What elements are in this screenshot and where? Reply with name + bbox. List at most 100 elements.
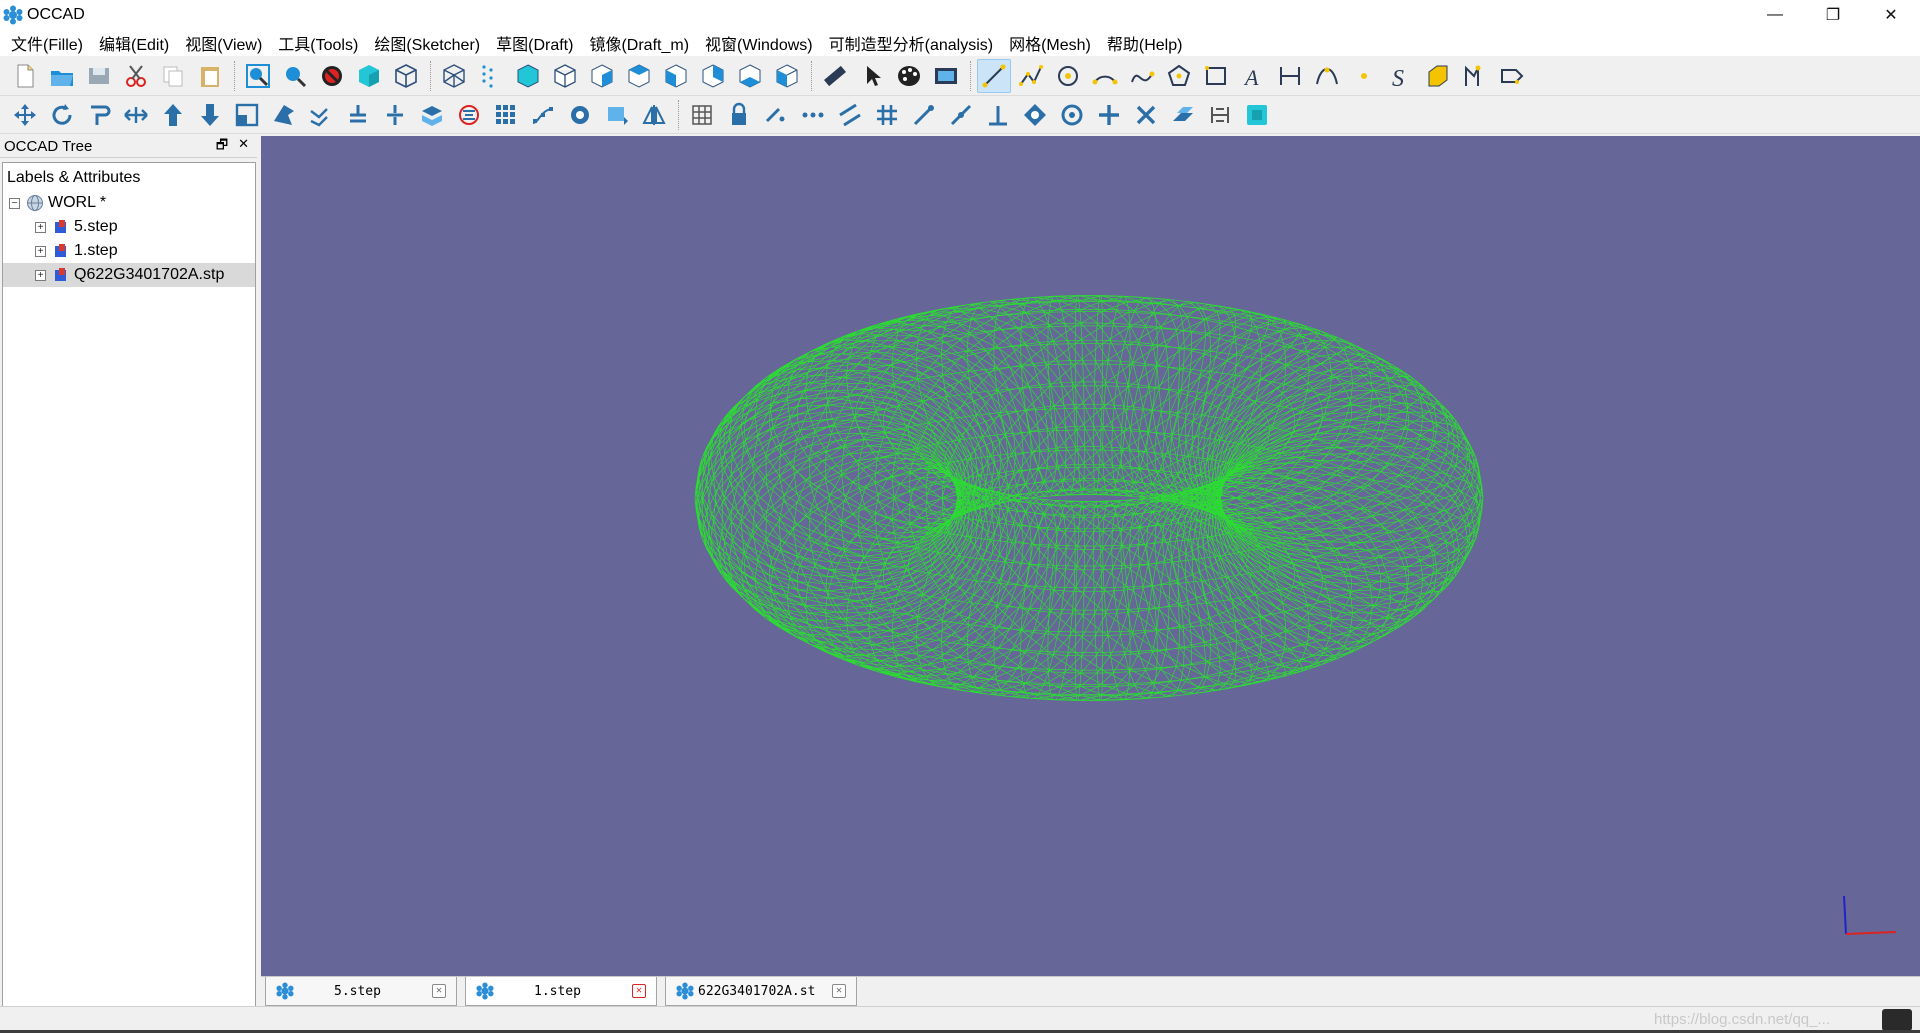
snap-endpoint-button[interactable] — [907, 98, 941, 132]
view-front-button[interactable] — [548, 59, 582, 93]
snap-toggle-button[interactable] — [1240, 98, 1274, 132]
view-right-button[interactable] — [622, 59, 656, 93]
rotate-button[interactable] — [45, 98, 79, 132]
snap-midpoint-button[interactable] — [944, 98, 978, 132]
clone-button[interactable] — [452, 98, 486, 132]
resize-grip-icon[interactable] — [1882, 1009, 1912, 1031]
snap-ortho-button[interactable] — [1092, 98, 1126, 132]
wire-to-bspline-button[interactable] — [563, 98, 597, 132]
shape2d-button[interactable] — [415, 98, 449, 132]
close-panel-button[interactable]: ✕ — [238, 136, 249, 158]
split-button[interactable] — [378, 98, 412, 132]
snap-intersection-button[interactable] — [1129, 98, 1163, 132]
snap-dimensions-button[interactable] — [1203, 98, 1237, 132]
cut-button[interactable] — [119, 59, 153, 93]
move-button[interactable] — [8, 98, 42, 132]
down-button[interactable] — [193, 98, 227, 132]
iso-cube-button[interactable] — [437, 59, 471, 93]
menu-windows[interactable]: 视窗(Windows) — [697, 31, 821, 55]
tree-item-q622g3401702a[interactable]: + Q622G3401702A.stp — [3, 263, 255, 287]
mirror-edit-button[interactable] — [600, 98, 634, 132]
snap-dots-button[interactable] — [796, 98, 830, 132]
menu-draft-mirror[interactable]: 镜像(Draft_m) — [581, 31, 697, 55]
paste-button[interactable] — [193, 59, 227, 93]
tab-1-step[interactable]: 1.step ✕ — [465, 977, 657, 1006]
view-bottom-button[interactable] — [733, 59, 767, 93]
palette-button[interactable] — [892, 59, 926, 93]
pointer-button[interactable] — [855, 59, 889, 93]
cube-solid-button[interactable] — [511, 59, 545, 93]
view-rear-button[interactable] — [696, 59, 730, 93]
bezier-button[interactable] — [1310, 59, 1344, 93]
dimension-button[interactable] — [1273, 59, 1307, 93]
circle-button[interactable] — [1051, 59, 1085, 93]
save-button[interactable] — [82, 59, 116, 93]
tree-root-row[interactable]: − WORL * — [3, 191, 255, 215]
view-top-button[interactable] — [585, 59, 619, 93]
tree-item-5-step[interactable]: + 5.step — [3, 215, 255, 239]
menu-help[interactable]: 帮助(Help) — [1099, 31, 1191, 55]
image-button[interactable] — [929, 59, 963, 93]
menu-file[interactable]: 文件(Fille) — [3, 31, 91, 55]
menu-edit[interactable]: 编辑(Edit) — [91, 31, 177, 55]
grid-button[interactable] — [685, 98, 719, 132]
snap-grid-button[interactable] — [870, 98, 904, 132]
point-button[interactable] — [1347, 59, 1381, 93]
draft-to-sketch-button[interactable] — [637, 98, 671, 132]
zoom-button[interactable] — [278, 59, 312, 93]
view-axo-button[interactable] — [770, 59, 804, 93]
extrude-button[interactable] — [1421, 59, 1455, 93]
expand-toggle-icon[interactable]: + — [35, 245, 46, 257]
polyline-button[interactable] — [1014, 59, 1048, 93]
array-button[interactable] — [489, 98, 523, 132]
menu-draft[interactable]: 草图(Draft) — [488, 31, 581, 55]
snap-near-button[interactable] — [759, 98, 793, 132]
menu-mesh[interactable]: 网格(Mesh) — [1001, 31, 1099, 55]
snap-perpendicular-button[interactable] — [981, 98, 1015, 132]
zoom-fit-button[interactable] — [241, 59, 275, 93]
line-button[interactable] — [977, 58, 1011, 93]
tree-item-1-step[interactable]: + 1.step — [3, 239, 255, 263]
collapse-toggle-icon[interactable]: − — [9, 197, 20, 209]
tab-q622g3401702a[interactable]: 622G3401702A.st ✕ — [665, 977, 857, 1006]
join-button[interactable] — [341, 98, 375, 132]
close-window-button[interactable]: ✕ — [1862, 0, 1920, 29]
rectangle-button[interactable] — [1199, 59, 1233, 93]
menu-analysis[interactable]: 可制造型分析(analysis) — [821, 31, 1001, 55]
3d-viewport[interactable] — [261, 136, 1920, 976]
polygon-button[interactable] — [1162, 59, 1196, 93]
close-tab-icon[interactable]: ✕ — [632, 984, 646, 998]
shape-builder-button[interactable] — [1458, 59, 1492, 93]
scale-button[interactable] — [230, 98, 264, 132]
close-tab-icon[interactable]: ✕ — [432, 984, 446, 998]
menu-sketcher[interactable]: 绘图(Sketcher) — [366, 31, 488, 55]
copy-button[interactable] — [156, 59, 190, 93]
open-folder-button[interactable] — [45, 59, 79, 93]
path-array-button[interactable] — [526, 98, 560, 132]
expand-toggle-icon[interactable]: + — [35, 269, 46, 281]
snap-center-button[interactable] — [1055, 98, 1089, 132]
snap-parallel-button[interactable] — [833, 98, 867, 132]
no-draw-button[interactable] — [315, 59, 349, 93]
snap-special-button[interactable] — [1018, 98, 1052, 132]
offset-button[interactable] — [82, 98, 116, 132]
trimex-button[interactable] — [304, 98, 338, 132]
minimize-button[interactable]: — — [1746, 0, 1804, 29]
new-file-button[interactable] — [8, 59, 42, 93]
snap-working-plane-button[interactable] — [1166, 98, 1200, 132]
label-button[interactable] — [1495, 59, 1529, 93]
restore-button[interactable]: ❐ — [1804, 0, 1862, 29]
shaded-cube-button[interactable] — [352, 59, 386, 93]
up-button[interactable] — [156, 98, 190, 132]
bspline-button[interactable] — [1125, 59, 1159, 93]
view-left-button[interactable] — [659, 59, 693, 93]
tab-5-step[interactable]: 5.step ✕ — [265, 977, 457, 1006]
text-button[interactable]: A — [1236, 59, 1270, 93]
measure-button[interactable] — [818, 59, 852, 93]
float-panel-button[interactable]: 🗗 — [216, 136, 228, 158]
lock-button[interactable] — [722, 98, 756, 132]
expand-toggle-icon[interactable]: + — [35, 221, 46, 233]
arc-button[interactable] — [1088, 59, 1122, 93]
points-button[interactable] — [474, 59, 508, 93]
menu-tools[interactable]: 工具(Tools) — [270, 31, 366, 55]
